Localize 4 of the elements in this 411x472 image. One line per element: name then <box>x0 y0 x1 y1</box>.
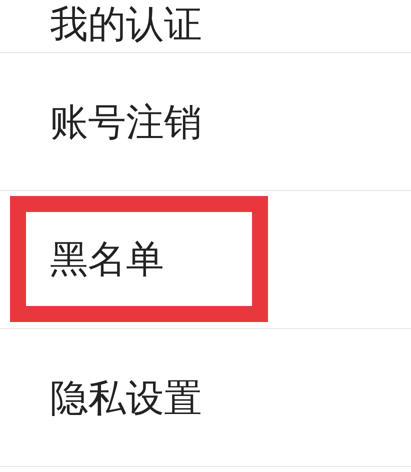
menu-item[interactable]: 我的认证 <box>50 2 202 46</box>
menu-item[interactable]: 隐私设置 <box>50 376 202 420</box>
menu-item[interactable]: 账号注销 <box>50 100 202 144</box>
menu-item[interactable]: 黑名单 <box>50 237 164 281</box>
